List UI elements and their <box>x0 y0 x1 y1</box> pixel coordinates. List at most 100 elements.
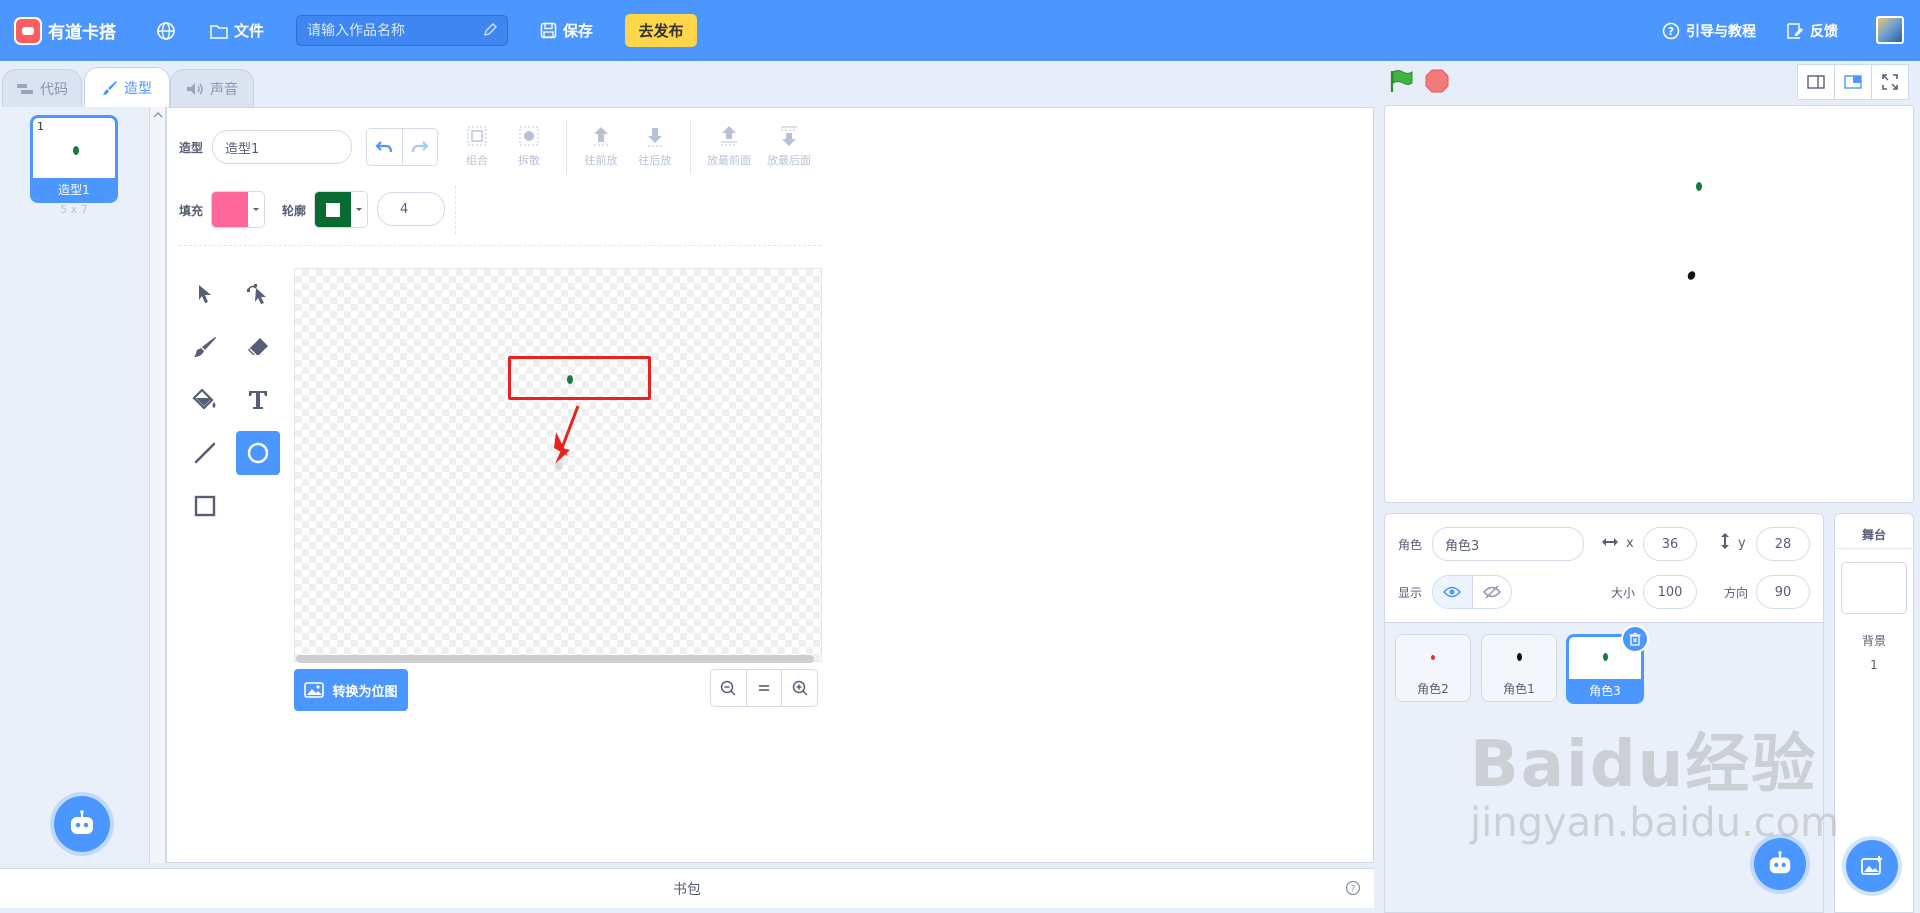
normal-stage-button[interactable] <box>1834 64 1872 100</box>
outline-color-swatch <box>315 192 351 227</box>
logo-icon <box>14 16 42 45</box>
publish-button[interactable]: 去发布 <box>625 14 697 47</box>
help-icon[interactable]: ? <box>1345 880 1361 896</box>
ai-assistant-button-left[interactable] <box>54 796 110 852</box>
backpack-bar[interactable]: 书包 ? <box>0 868 1374 908</box>
ungroup-icon <box>519 126 539 146</box>
outline-color-picker[interactable] <box>314 191 368 228</box>
fill-tool[interactable] <box>183 378 227 422</box>
reshape-tool[interactable] <box>236 272 280 316</box>
feedback-icon <box>1787 22 1803 39</box>
sprite-name: 角色2 <box>1417 682 1449 696</box>
eraser-tool[interactable] <box>236 325 280 369</box>
save-button[interactable]: 保存 <box>540 0 593 61</box>
eye-off-icon <box>1482 585 1501 599</box>
tab-sound[interactable]: 声音 <box>170 69 254 107</box>
green-flag-icon[interactable] <box>1388 68 1414 94</box>
show-button[interactable] <box>1433 576 1473 608</box>
sprite-item[interactable]: 角色1 <box>1481 634 1557 702</box>
toolbar-separator <box>179 245 821 246</box>
stage-sprite-black[interactable] <box>1686 269 1697 282</box>
stage-canvas[interactable] <box>1384 105 1914 503</box>
pencil-icon[interactable] <box>482 22 498 38</box>
sprite-item[interactable]: 角色2 <box>1395 634 1471 702</box>
ungroup-button[interactable]: 拆散 <box>512 124 546 168</box>
fullscreen-button[interactable] <box>1871 64 1909 100</box>
bring-to-front-button[interactable]: 放最前面 <box>704 124 754 168</box>
small-stage-button[interactable] <box>1797 64 1835 100</box>
toolbar-divider <box>566 120 567 174</box>
file-label: 文件 <box>234 22 265 40</box>
tab-code[interactable]: 代码 <box>2 69 82 107</box>
convert-to-bitmap-button[interactable]: 转换为位图 <box>294 669 408 711</box>
select-tool[interactable] <box>183 272 227 316</box>
stage-sprite-green[interactable] <box>1696 182 1702 191</box>
zoom-in-button[interactable] <box>782 670 817 706</box>
costume-index: 1 <box>37 120 44 133</box>
costume-item[interactable]: 1 造型1 <box>30 115 118 203</box>
help-icon: ? <box>1662 22 1680 39</box>
app-name: 有道卡搭 <box>48 23 116 43</box>
brush-icon <box>103 80 117 95</box>
stage-thumbnail[interactable] <box>1841 562 1907 614</box>
ungroup-label: 拆散 <box>518 154 540 167</box>
tab-costume[interactable]: 造型 <box>84 67 170 107</box>
robot-icon <box>71 810 93 834</box>
canvas-horizontal-scrollbar[interactable] <box>296 655 814 663</box>
y-input[interactable]: 28 <box>1756 527 1810 561</box>
delete-sprite-button[interactable] <box>1621 625 1649 653</box>
forward-button[interactable]: 往前放 <box>581 124 621 168</box>
reshape-icon <box>247 284 266 304</box>
arrow-up-icon <box>594 127 608 146</box>
project-title-input[interactable] <box>296 15 508 46</box>
size-input[interactable]: 100 <box>1643 575 1697 609</box>
fullscreen-icon <box>1882 74 1898 90</box>
costume-list <box>0 107 150 863</box>
undo-button[interactable] <box>367 129 403 165</box>
ai-assistant-button-right[interactable] <box>1754 838 1806 890</box>
sprite-name-input[interactable] <box>1432 527 1584 561</box>
brush-tool[interactable] <box>183 325 227 369</box>
guide-button[interactable]: ? 引导与教程 <box>1662 0 1756 61</box>
language-button[interactable] <box>156 0 176 61</box>
direction-input[interactable]: 90 <box>1756 575 1810 609</box>
zoom-out-button[interactable] <box>711 670 747 706</box>
arrow-down-icon <box>648 128 662 147</box>
stop-icon[interactable] <box>1425 69 1449 93</box>
sprite-thumbnail-dot <box>1603 653 1608 661</box>
scroll-up-icon[interactable] <box>153 111 163 119</box>
zoom-reset-button[interactable] <box>747 670 783 706</box>
size-value: 100 <box>1657 584 1683 600</box>
costume-list-scrollbar[interactable] <box>150 107 166 863</box>
code-icon <box>17 83 33 94</box>
file-menu[interactable]: 文件 <box>210 0 264 61</box>
fill-label: 填充 <box>179 204 204 218</box>
rectangle-tool[interactable] <box>183 484 227 528</box>
text-tool[interactable] <box>236 378 280 422</box>
redo-button[interactable] <box>403 129 438 165</box>
image-icon <box>304 682 325 698</box>
guide-label: 引导与教程 <box>1686 23 1756 40</box>
group-button[interactable]: 组合 <box>460 124 494 168</box>
circle-tool[interactable] <box>236 431 280 475</box>
top-bar: 有道卡搭 文件 保存 去发布 ? 引导与教程 反馈 <box>0 0 1920 61</box>
speaker-icon <box>187 82 203 95</box>
backward-button[interactable]: 往后放 <box>635 124 675 168</box>
x-input[interactable]: 36 <box>1643 527 1697 561</box>
zoom-out-icon <box>721 680 736 696</box>
hide-button[interactable] <box>1473 576 1512 608</box>
fill-color-picker[interactable] <box>211 191 265 228</box>
bring-front-label: 放最前面 <box>707 154 751 167</box>
outline-width-input[interactable] <box>377 192 445 226</box>
send-to-back-button[interactable]: 放最后面 <box>763 124 815 168</box>
send-back-label: 放最后面 <box>767 154 811 167</box>
toolbar-divider <box>690 120 691 174</box>
feedback-button[interactable]: 反馈 <box>1786 0 1838 61</box>
add-backdrop-button[interactable] <box>1846 840 1898 892</box>
canvas-center-marker <box>555 462 563 470</box>
app-logo[interactable]: 有道卡搭 <box>14 0 116 61</box>
costume-name-input[interactable] <box>212 130 352 164</box>
user-avatar[interactable] <box>1876 16 1904 44</box>
visibility-toggle <box>1432 575 1512 609</box>
line-tool[interactable] <box>183 431 227 475</box>
